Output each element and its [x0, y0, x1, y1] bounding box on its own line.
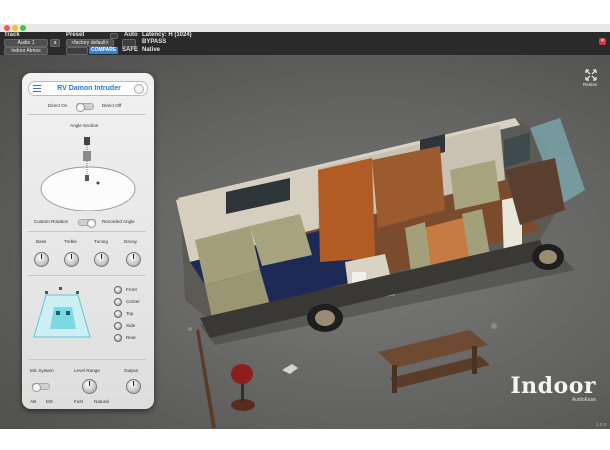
angle-section-title: Angle Section [70, 123, 99, 128]
mic-ms-label: MS [46, 399, 53, 404]
logo-brand: Indoor [510, 373, 596, 399]
preset-label: Preset [66, 32, 85, 38]
speaker-position-pad[interactable] [32, 285, 96, 349]
resize-control[interactable]: Resize [583, 69, 598, 87]
mic-ab-label: AB [30, 399, 37, 404]
position-front-radio[interactable] [114, 286, 122, 294]
version-label: 1.0.0 [595, 422, 606, 427]
divider [28, 231, 146, 232]
settings-panel: RV Damon Intruder Direct On Direct Off A… [22, 73, 154, 409]
resize-label: Resize [583, 82, 598, 87]
position-side-radio[interactable] [114, 322, 122, 330]
level-range-knob[interactable] [82, 379, 97, 394]
treble-knob[interactable] [64, 252, 79, 267]
level-range-label: Level Range [74, 368, 100, 373]
safe-button[interactable]: SAFE [122, 47, 138, 53]
decay-label: Decay [124, 239, 138, 244]
position-rear-radio[interactable] [114, 334, 122, 342]
track-selector[interactable]: Audio 1 [4, 39, 48, 47]
plugin-header: Track Preset Auto Latency: H (1024) Audi… [0, 32, 610, 55]
position-center-label: Center [126, 299, 140, 304]
compare-arrows-button[interactable] [66, 47, 88, 55]
decay-knob[interactable] [126, 252, 141, 267]
plugin-selector[interactable]: Indoor Atmos [4, 47, 48, 55]
resize-icon[interactable] [585, 69, 597, 81]
close-window-icon[interactable] [4, 25, 10, 31]
level-fast-label: Fast [74, 399, 83, 404]
treble-label: Treble [64, 239, 77, 244]
track-label: Track [4, 32, 20, 38]
bypass-button[interactable]: BYPASS [142, 39, 166, 45]
automation-button[interactable] [122, 39, 136, 47]
rotation-toggle[interactable] [78, 219, 96, 228]
close-plugin-icon[interactable]: ✕ [599, 38, 606, 45]
position-rear-label: Rear [126, 335, 136, 340]
indoor-logo: Indoor AudioEase [510, 373, 596, 403]
direct-off-label: Direct Off [102, 103, 122, 108]
position-front-label: Front [126, 287, 137, 292]
output-label: Output [124, 368, 138, 373]
position-center-radio[interactable] [114, 298, 122, 306]
auto-label: Auto [124, 32, 138, 38]
compare-button[interactable]: COMPARE [89, 47, 119, 54]
info-icon[interactable] [134, 84, 144, 94]
direct-on-label: Direct On [48, 103, 68, 108]
latency-label: Latency: H (1024) [142, 32, 192, 38]
angle-section-display[interactable] [28, 131, 148, 211]
tuning-knob[interactable] [94, 252, 109, 267]
track-slot[interactable]: a [50, 39, 60, 47]
tuning-label: Tuning [94, 239, 108, 244]
bass-label: Bass [36, 239, 47, 244]
preset-selector[interactable]: <factory default> [66, 39, 114, 47]
divider [28, 114, 146, 115]
recorded-angle-label: Recorded Angle [102, 219, 135, 224]
position-top-label: Top [126, 311, 134, 316]
zoom-window-icon[interactable] [20, 25, 26, 31]
mic-system-toggle[interactable] [32, 383, 50, 392]
native-label: Native [142, 47, 161, 53]
bass-knob[interactable] [34, 252, 49, 267]
divider [28, 275, 146, 276]
room-selector[interactable]: RV Damon Intruder [28, 81, 148, 96]
position-side-label: Side [126, 323, 136, 328]
position-top-radio[interactable] [114, 310, 122, 318]
direct-toggle[interactable] [76, 103, 94, 112]
divider [28, 359, 146, 360]
room-name: RV Damon Intruder [57, 85, 121, 92]
minimize-window-icon[interactable] [12, 25, 18, 31]
level-natural-label: Natural [94, 399, 109, 404]
custom-rotation-label: Custom Rotation [34, 219, 69, 224]
mic-system-label: Mic System [30, 368, 54, 373]
output-knob[interactable] [126, 379, 141, 394]
menu-icon[interactable] [33, 85, 41, 92]
